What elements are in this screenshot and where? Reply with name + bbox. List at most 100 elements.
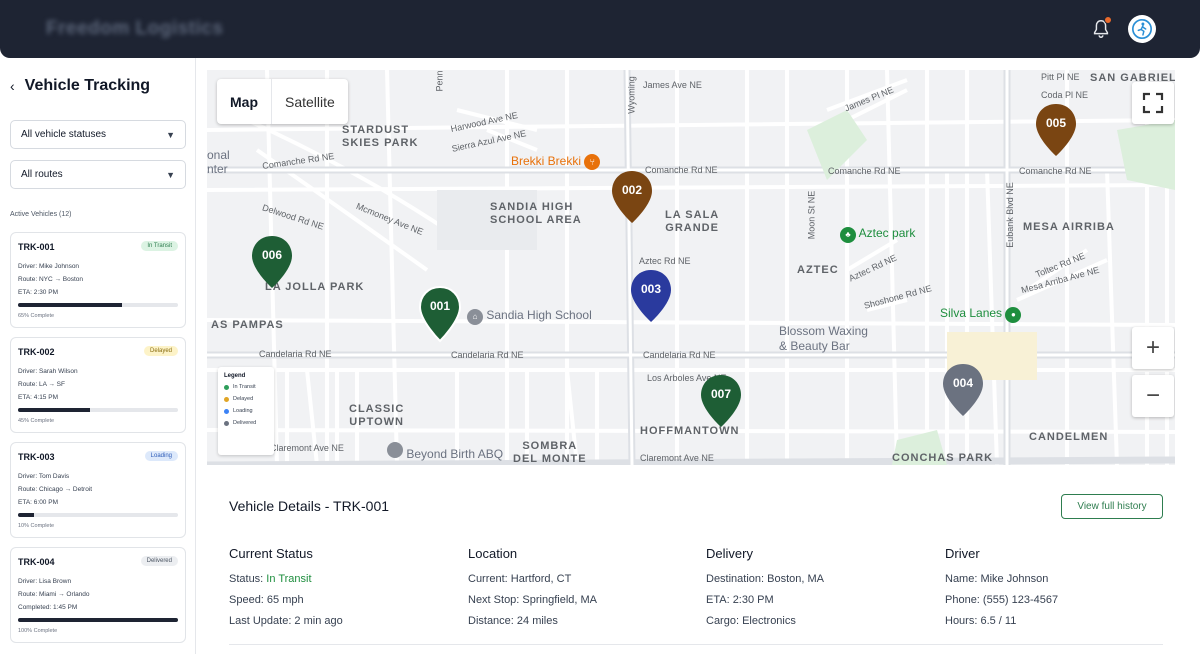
- marker-label: 006: [261, 248, 283, 262]
- sidebar-header: ‹ Vehicle Tracking: [10, 77, 150, 95]
- section-heading: Current Status: [229, 546, 313, 561]
- vehicle-id: TRK-003: [18, 452, 55, 462]
- map-type-map-button[interactable]: Map: [217, 79, 271, 124]
- street-label: Coda Pl NE: [1041, 90, 1089, 100]
- delivery-section: Delivery Destination: Boston, MA ETA: 2:…: [706, 546, 936, 636]
- driver-hours-line: Hours: 6.5 / 11: [945, 615, 1017, 627]
- marker-label: 005: [1045, 116, 1067, 130]
- progress-fill: [18, 408, 90, 412]
- vehicle-marker-002[interactable]: 002: [609, 169, 655, 225]
- cargo-line: Cargo: Electronics: [706, 615, 796, 627]
- current-status-section: Current Status Status: In Transit Speed:…: [229, 546, 459, 636]
- sidebar-title: Vehicle Tracking: [24, 77, 151, 94]
- street-label: Claremont Ave NE: [640, 453, 714, 463]
- progress-label: 65% Complete: [18, 313, 55, 319]
- vehicle-marker-007[interactable]: 007: [698, 373, 744, 429]
- progress-bar: [18, 303, 178, 307]
- route-filter-select[interactable]: All routes ▼: [10, 160, 186, 189]
- distance-line: Distance: 24 miles: [468, 615, 558, 627]
- vehicle-driver: Driver: Sarah Wilson: [18, 368, 78, 375]
- progress-label: 45% Complete: [18, 418, 55, 424]
- driver-phone-line: Phone: (555) 123-4567: [945, 594, 1059, 606]
- zoom-in-button[interactable]: +: [1132, 327, 1174, 369]
- legend-dot: [224, 408, 229, 414]
- street-label: Pitt Pl NE: [1041, 72, 1080, 82]
- vehicle-eta: ETA: 6:00 PM: [18, 499, 58, 506]
- street-label: Comanche Rd NE: [645, 165, 718, 175]
- runner-avatar-icon: [1132, 19, 1152, 39]
- app-title: Freedom Logistics: [46, 18, 224, 39]
- zoom-out-button[interactable]: −: [1132, 375, 1174, 417]
- vehicle-card-trk-002[interactable]: TRK-002 Delayed Driver: Sarah Wilson Rou…: [10, 337, 186, 433]
- vehicle-card-trk-003[interactable]: TRK-003 Loading Driver: Tom Davis Route:…: [10, 442, 186, 538]
- status-filter-value: All vehicle statuses: [21, 129, 107, 140]
- tree-icon: ♣: [840, 227, 856, 243]
- vehicle-details-panel: Vehicle Details - TRK-001 View full hist…: [207, 472, 1185, 654]
- street-label: Candelaria Rd NE: [643, 350, 716, 360]
- legend-dot: [224, 420, 229, 426]
- vehicle-route: Route: Miami → Orlando: [18, 591, 90, 598]
- map-pin-icon: [943, 364, 983, 416]
- poi-school[interactable]: ⌂ Sandia High School: [467, 308, 592, 325]
- vehicle-marker-001[interactable]: 001: [417, 285, 463, 343]
- pin-icon: ●: [1005, 307, 1022, 323]
- vehicle-marker-003[interactable]: 003: [628, 268, 674, 324]
- driver-name-line: Name: Mike Johnson: [945, 573, 1049, 585]
- poi-salon[interactable]: Blossom Waxing & Beauty Bar: [779, 324, 868, 354]
- progress-fill: [18, 513, 34, 517]
- legend-item: In Transit: [224, 384, 268, 390]
- vehicle-route: Route: Chicago → Detroit: [18, 486, 93, 493]
- legend-item: Delivered: [224, 420, 268, 426]
- vehicle-eta: ETA: 4:15 PM: [18, 394, 58, 401]
- progress-label: 10% Complete: [18, 523, 55, 529]
- map-view[interactable]: STARDUST SKIES PARK SANDIA HIGH SCHOOL A…: [207, 70, 1175, 465]
- map-type-satellite-button[interactable]: Satellite: [271, 79, 348, 124]
- back-arrow-icon[interactable]: ‹: [10, 78, 15, 94]
- vehicle-marker-006[interactable]: 006: [249, 234, 295, 290]
- status-badge: Loading: [144, 451, 178, 461]
- vehicle-marker-004[interactable]: 004: [940, 362, 986, 418]
- marker-label: 004: [952, 376, 974, 390]
- view-history-button[interactable]: View full history: [1061, 494, 1163, 519]
- vehicle-marker-005[interactable]: 005: [1033, 102, 1079, 158]
- status-line: Status: In Transit: [229, 573, 312, 585]
- legend-title: Legend: [224, 373, 246, 379]
- route-filter-value: All routes: [21, 169, 63, 180]
- vehicle-route: Route: NYC → Boston: [18, 276, 84, 283]
- poi-park[interactable]: ♣ Aztec park: [840, 226, 915, 243]
- vehicle-driver: Driver: Tom Davis: [18, 473, 70, 480]
- legend-dot: [224, 396, 229, 402]
- vehicle-route: Route: LA → SF: [18, 381, 65, 388]
- area-label: AS PAMPAS: [211, 319, 284, 331]
- status-badge: Delayed: [143, 346, 178, 356]
- poi-bowling[interactable]: Silva Lanes ●: [940, 306, 1022, 323]
- chevron-down-icon: ▼: [166, 129, 175, 140]
- map-pin-icon: [418, 285, 462, 343]
- area-label: MESA AIRRIBA: [1023, 221, 1115, 233]
- school-icon: ⌂: [467, 309, 483, 325]
- poi-center[interactable]: onal nter: [207, 148, 230, 176]
- area-label: CANDELMEN: [1029, 431, 1109, 443]
- fullscreen-button[interactable]: [1132, 82, 1174, 124]
- avatar[interactable]: [1128, 15, 1156, 43]
- map-pin-icon: [1036, 104, 1076, 156]
- status-filter-select[interactable]: All vehicle statuses ▼: [10, 120, 186, 149]
- street-label: Candelaria Rd NE: [451, 350, 524, 360]
- map-pin-icon: [612, 171, 652, 223]
- section-heading: Location: [468, 546, 518, 561]
- street-label: Moon St NE: [806, 190, 817, 240]
- section-heading: Driver: [945, 546, 980, 561]
- poi-restaurant[interactable]: Brekki Brekki ⑂: [511, 154, 601, 170]
- vehicle-card-trk-004[interactable]: TRK-004 Delivered Driver: Lisa Brown Rou…: [10, 547, 186, 643]
- legend-dot: [224, 384, 229, 390]
- poi-clinic[interactable]: Beyond Birth ABQ: [387, 442, 503, 461]
- map-pin-icon: [631, 270, 671, 322]
- progress-fill: [18, 303, 122, 307]
- progress-fill: [18, 618, 178, 622]
- street-label: Claremont Ave NE: [270, 443, 344, 453]
- vehicle-driver: Driver: Mike Johnson: [18, 263, 80, 270]
- section-heading: Delivery: [706, 546, 753, 561]
- vehicle-card-trk-001[interactable]: TRK-001 In Transit Driver: Mike Johnson …: [10, 232, 186, 328]
- eta-line: ETA: 2:30 PM: [706, 594, 774, 606]
- street-label: James Ave NE: [643, 80, 702, 90]
